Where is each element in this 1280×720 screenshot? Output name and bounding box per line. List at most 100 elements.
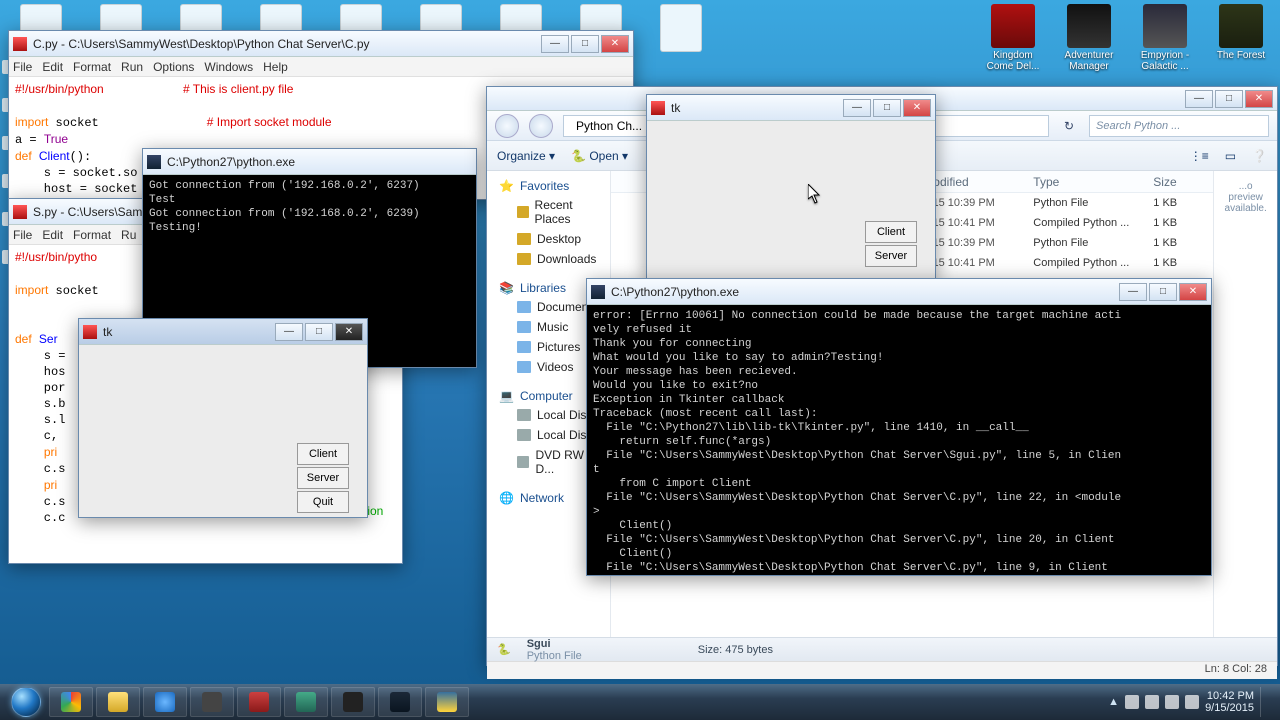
menu-format[interactable]: Format (73, 60, 111, 74)
tk-icon (13, 205, 27, 219)
chrome-icon (61, 692, 81, 712)
python-icon (147, 155, 161, 169)
desktop-icon[interactable] (660, 4, 702, 52)
quit-button[interactable]: Quit (297, 491, 349, 513)
window-title: tk (671, 101, 680, 115)
minimize-button[interactable]: — (541, 35, 569, 53)
desktop-icon-adventurer-manager[interactable]: Adventurer Manager (1060, 4, 1118, 72)
folder-icon (108, 692, 128, 712)
menu-options[interactable]: Options (153, 60, 194, 74)
menu-help[interactable]: Help (263, 60, 288, 74)
preview-pane-button[interactable]: ▭ (1225, 149, 1236, 163)
client-button[interactable]: Client (297, 443, 349, 465)
desktop-icon-empyrion[interactable]: Empyrion - Galactic ... (1136, 4, 1194, 72)
taskbar-chrome[interactable] (49, 687, 93, 717)
app-icon (343, 692, 363, 712)
minimize-button[interactable]: — (843, 99, 871, 117)
show-desktop-button[interactable] (1260, 687, 1268, 717)
menu-run[interactable]: Run (121, 60, 143, 74)
game-thumb-icon (991, 4, 1035, 48)
close-button[interactable]: ✕ (335, 323, 363, 341)
col-size[interactable]: Size (1153, 175, 1213, 189)
organize-button[interactable]: Organize ▾ (497, 149, 555, 163)
window-console-client[interactable]: C:\Python27\python.exe — □ ✕ error: [Err… (586, 278, 1212, 576)
client-button[interactable]: Client (865, 221, 917, 243)
nav-recent-places[interactable]: Recent Places (491, 195, 606, 229)
close-button[interactable]: ✕ (903, 99, 931, 117)
taskbar-ie[interactable] (143, 687, 187, 717)
menu-edit[interactable]: Edit (42, 228, 63, 242)
taskbar-app[interactable] (331, 687, 375, 717)
titlebar[interactable]: C.py - C:\Users\SammyWest\Desktop\Python… (9, 31, 633, 57)
minimize-button[interactable]: — (275, 323, 303, 341)
menu-format[interactable]: Format (73, 228, 111, 242)
desktop-icon-the-forest[interactable]: The Forest (1212, 4, 1270, 72)
open-button[interactable]: 🐍 Open ▾ (571, 149, 628, 163)
close-button[interactable]: ✕ (601, 35, 629, 53)
taskbar-app[interactable] (190, 687, 234, 717)
volume-icon[interactable] (1185, 695, 1199, 709)
view-options-button[interactable]: ⋮≡ (1190, 149, 1209, 163)
menu-edit[interactable]: Edit (42, 60, 63, 74)
search-input[interactable]: Search Python ... (1089, 115, 1269, 137)
maximize-button[interactable]: □ (873, 99, 901, 117)
tk-icon (651, 101, 665, 115)
tray-icon[interactable] (1145, 695, 1159, 709)
start-button[interactable] (6, 684, 46, 720)
taskbar-clock[interactable]: 10:42 PM 9/15/2015 (1205, 690, 1254, 714)
maximize-button[interactable]: □ (1215, 90, 1243, 108)
desktop-icon-kingdom-come[interactable]: Kingdom Come Del... (984, 4, 1042, 72)
close-button[interactable]: ✕ (1179, 283, 1207, 301)
tk-icon (13, 37, 27, 51)
menubar: File Edit Format Run Options Windows Hel… (9, 57, 633, 77)
icon-label: Kingdom Come Del... (984, 50, 1042, 72)
menu-windows[interactable]: Windows (204, 60, 253, 74)
menu-run[interactable]: Ru (121, 228, 136, 242)
steam-icon (390, 692, 410, 712)
window-tk-app-2[interactable]: tk — □ ✕ Client Server (646, 94, 936, 280)
python-icon (437, 692, 457, 712)
maximize-button[interactable]: □ (571, 35, 599, 53)
server-button[interactable]: Server (297, 467, 349, 489)
maximize-button[interactable]: □ (1149, 283, 1177, 301)
window-title: C.py - C:\Users\SammyWest\Desktop\Python… (33, 37, 370, 51)
help-button[interactable]: ❔ (1252, 149, 1267, 163)
titlebar[interactable]: tk — □ ✕ (647, 95, 935, 121)
maximize-button[interactable]: □ (305, 323, 333, 341)
minimize-button[interactable]: — (1185, 90, 1213, 108)
app-icon (249, 692, 269, 712)
server-button[interactable]: Server (865, 245, 917, 267)
python-icon (591, 285, 605, 299)
taskbar-explorer[interactable] (96, 687, 140, 717)
nav-desktop[interactable]: Desktop (491, 229, 606, 249)
menu-file[interactable]: File (13, 228, 32, 242)
tray-expand-button[interactable]: ▲ (1108, 696, 1119, 708)
nav-favorites-header[interactable]: ⭐ Favorites (491, 177, 606, 195)
window-tk-app-1[interactable]: tk — □ ✕ Client Server Quit (78, 318, 368, 518)
forward-button[interactable] (529, 114, 553, 138)
icon-label: The Forest (1212, 50, 1270, 61)
console-output[interactable]: error: [Errno 10061] No connection could… (587, 305, 1211, 575)
refresh-button[interactable]: ↻ (1059, 119, 1079, 133)
taskbar-app[interactable] (237, 687, 281, 717)
network-icon[interactable] (1165, 695, 1179, 709)
tray-icon[interactable] (1125, 695, 1139, 709)
taskbar-python[interactable] (425, 687, 469, 717)
close-button[interactable]: ✕ (1245, 90, 1273, 108)
ie-icon (155, 692, 175, 712)
window-title: tk (103, 325, 112, 339)
col-modified[interactable]: ...odified (923, 175, 1033, 189)
icon-label: Empyrion - Galactic ... (1136, 50, 1194, 72)
col-type[interactable]: Type (1033, 175, 1153, 189)
taskbar-steam[interactable] (378, 687, 422, 717)
taskbar-app[interactable] (284, 687, 328, 717)
minimize-button[interactable]: — (1119, 283, 1147, 301)
menu-file[interactable]: File (13, 60, 32, 74)
explorer-details-pane: 🐍 SguiPython File Size: 475 bytes (487, 637, 1277, 661)
titlebar[interactable]: C:\Python27\python.exe — □ ✕ (587, 279, 1211, 305)
back-button[interactable] (495, 114, 519, 138)
nav-downloads[interactable]: Downloads (491, 249, 606, 269)
statusbar: Ln: 8 Col: 28 (487, 661, 1277, 679)
titlebar[interactable]: tk — □ ✕ (79, 319, 367, 345)
titlebar[interactable]: C:\Python27\python.exe (143, 149, 476, 175)
